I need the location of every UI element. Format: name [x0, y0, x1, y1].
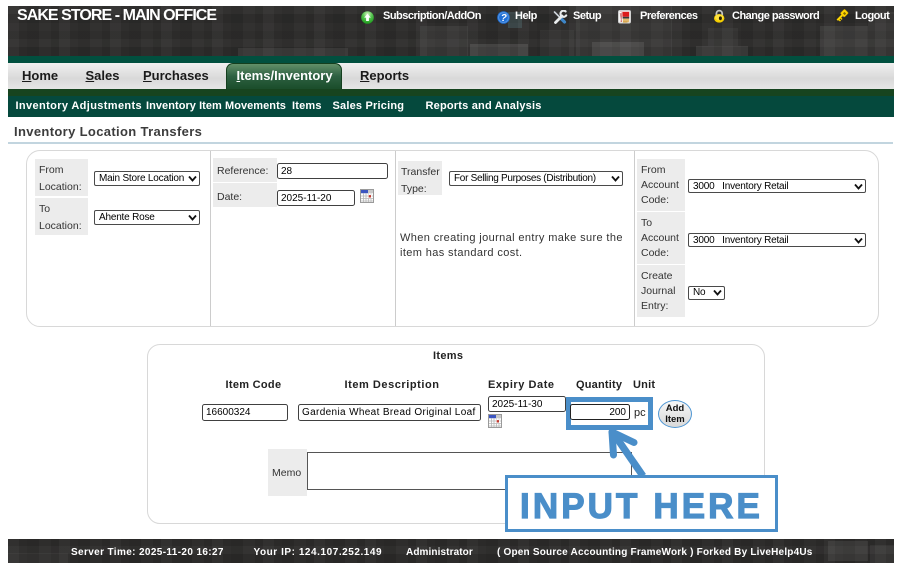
svg-text:?: ?: [501, 13, 507, 24]
